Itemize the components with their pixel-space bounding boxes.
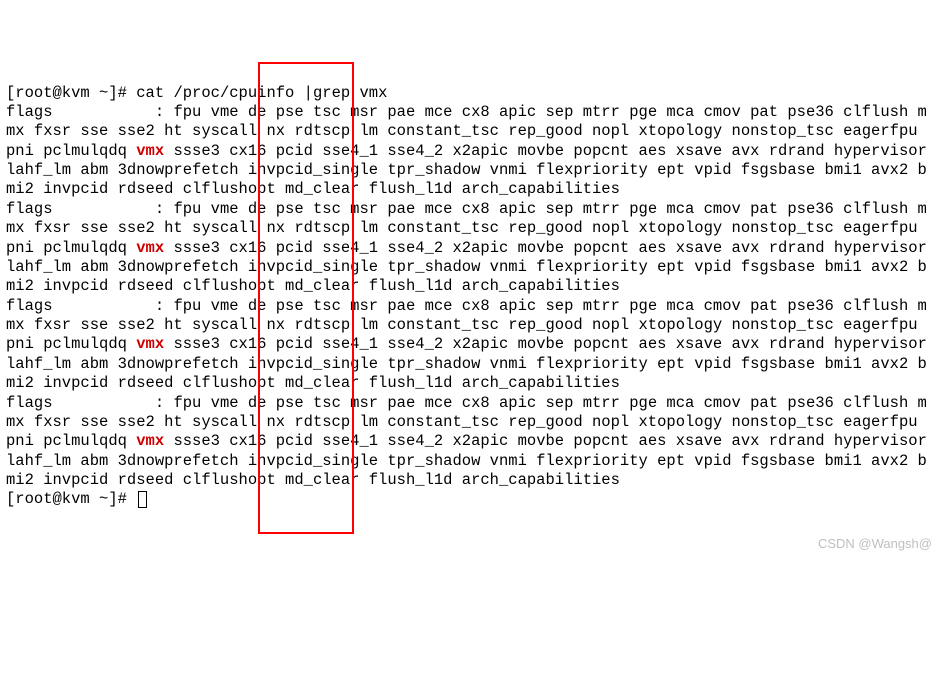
vmx-match: vmx (136, 432, 164, 450)
flags-label: flags : (6, 103, 173, 121)
vmx-match: vmx (136, 335, 164, 353)
flags-label: flags : (6, 394, 173, 412)
vmx-match: vmx (136, 142, 164, 160)
flags-entry: flags : fpu vme de pse tsc msr pae mce c… (6, 103, 932, 200)
terminal-output: [root@kvm ~]# cat /proc/cpuinfo |grep vm… (6, 84, 932, 510)
watermark: CSDN @Wangsh@ (818, 536, 932, 552)
flags-label: flags : (6, 297, 173, 315)
flags-entry: flags : fpu vme de pse tsc msr pae mce c… (6, 394, 932, 491)
flags-label: flags : (6, 200, 173, 218)
typed-command[interactable]: cat /proc/cpuinfo |grep vmx (136, 84, 387, 102)
shell-prompt: [root@kvm ~]# (6, 490, 136, 508)
command-line: [root@kvm ~]# cat /proc/cpuinfo |grep vm… (6, 84, 932, 103)
cursor (138, 491, 147, 508)
vmx-match: vmx (136, 239, 164, 257)
shell-prompt: [root@kvm ~]# (6, 84, 136, 102)
flags-entry: flags : fpu vme de pse tsc msr pae mce c… (6, 200, 932, 297)
flags-entry: flags : fpu vme de pse tsc msr pae mce c… (6, 297, 932, 394)
prompt-line[interactable]: [root@kvm ~]# (6, 490, 932, 509)
